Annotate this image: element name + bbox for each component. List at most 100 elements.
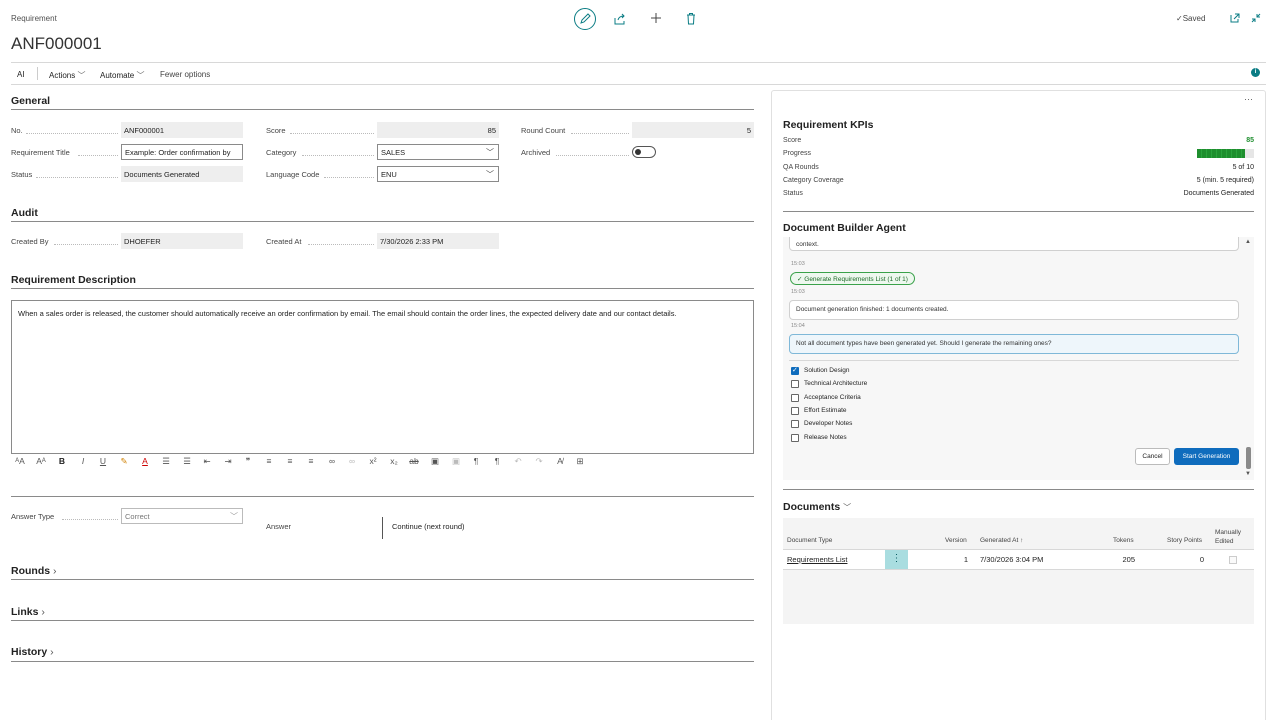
option-checkbox[interactable] [791, 366, 799, 375]
col-story-points[interactable]: Story Points [1167, 537, 1202, 544]
answer-type-label: Answer Type [11, 512, 55, 521]
history-divider [11, 661, 754, 662]
archived-label: Archived [521, 148, 551, 157]
answer-type-value: Correct [125, 512, 150, 521]
kpi-progress-label: Progress [783, 150, 812, 157]
highlight-icon[interactable]: ✎ [117, 456, 131, 467]
numbered-list-icon[interactable]: ☰ [180, 456, 194, 467]
align-left-icon[interactable]: ≡ [262, 456, 276, 466]
chevron-down-icon: ﹀ [136, 71, 145, 80]
answer-type-select[interactable]: Correct ﹀ [121, 508, 243, 524]
edit-button[interactable] [574, 8, 596, 30]
superscript-icon[interactable]: x² [366, 456, 380, 466]
option-checkbox[interactable] [791, 406, 799, 415]
option-checkbox[interactable] [791, 420, 799, 429]
quote-icon[interactable]: ❞ [241, 456, 255, 467]
share-button[interactable] [613, 12, 627, 28]
more-options-icon[interactable]: ··· [1244, 94, 1253, 104]
rtl-icon[interactable]: ¶ [490, 456, 504, 466]
language-code-select[interactable]: ENU ﹀ [377, 166, 499, 182]
menu-fewer-options[interactable]: Fewer options [160, 70, 210, 79]
option-checkbox[interactable] [791, 380, 799, 389]
option-checkbox[interactable] [791, 433, 799, 442]
font-color-icon[interactable]: A [138, 456, 152, 466]
category-label: Category [266, 148, 297, 157]
check-icon: ✓ [1176, 14, 1183, 23]
history-section[interactable]: History › [11, 646, 54, 658]
italic-icon[interactable]: I [76, 456, 90, 466]
agent-chat-panel[interactable]: context. 15:03 ✓ Generate Requirements L… [783, 237, 1254, 480]
archived-toggle[interactable] [632, 146, 656, 158]
undo-icon[interactable]: ↶ [511, 456, 525, 467]
cancel-button[interactable]: Cancel [1135, 448, 1170, 465]
chevron-down-icon: ﹀ [486, 170, 494, 179]
kpi-coverage-value: 5 (min. 5 required) [1196, 177, 1254, 184]
redo-icon[interactable]: ↷ [532, 456, 546, 467]
collapse-button[interactable] [1250, 12, 1262, 26]
menu-ai[interactable]: AI [17, 70, 25, 79]
option-label[interactable]: Release Notes [804, 434, 847, 441]
row-menu-icon[interactable]: ⋮ [885, 550, 908, 569]
clear-format-icon[interactable]: A̸ [553, 456, 567, 466]
indent-icon[interactable]: ⇥ [221, 456, 235, 467]
option-checkbox[interactable] [791, 393, 799, 402]
link-icon[interactable]: ∞ [325, 456, 339, 466]
start-generation-button[interactable]: Start Generation [1174, 448, 1239, 465]
option-label[interactable]: Technical Architecture [804, 380, 867, 387]
open-window-icon [1230, 13, 1240, 23]
requirement-title-input[interactable]: Example: Order confirmation by [121, 144, 243, 160]
col-manually-edited[interactable]: Manually Edited [1215, 528, 1241, 546]
image-icon[interactable]: ▣ [428, 456, 442, 467]
document-type-link[interactable]: Requirements List [787, 555, 847, 564]
option-label[interactable]: Solution Design [804, 367, 850, 374]
col-document-type[interactable]: Document Type [787, 537, 832, 544]
unlink-icon[interactable]: ∞ [345, 456, 359, 466]
score-field: 85 [377, 122, 499, 138]
rounds-divider [11, 579, 754, 580]
bold-icon[interactable]: B [55, 456, 69, 466]
align-center-icon[interactable]: ≡ [283, 456, 297, 466]
align-right-icon[interactable]: ≡ [304, 456, 318, 466]
strikethrough-icon[interactable]: ab [407, 456, 421, 466]
delete-button[interactable] [685, 12, 697, 27]
info-icon[interactable]: i [1251, 68, 1260, 77]
links-divider [11, 620, 754, 621]
answer-value[interactable]: Continue (next round) [392, 522, 465, 531]
option-label[interactable]: Developer Notes [804, 420, 852, 427]
chevron-right-icon: › [53, 565, 57, 577]
sort-arrow-icon: ↑ [1020, 537, 1024, 544]
agent-divider [783, 489, 1254, 490]
kpi-coverage-label: Category Coverage [783, 177, 844, 184]
menu-actions[interactable]: Actions ﹀ [49, 70, 85, 81]
category-select[interactable]: SALES ﹀ [377, 144, 499, 160]
chevron-down-icon: ﹀ [77, 71, 86, 80]
outdent-icon[interactable]: ⇤ [200, 456, 214, 467]
chevron-right-icon: › [41, 606, 45, 618]
chat-scrollbar-thumb[interactable] [1246, 447, 1251, 469]
kpi-progress-bar [1197, 149, 1254, 158]
ltr-icon[interactable]: ¶ [469, 456, 483, 466]
option-label[interactable]: Acceptance Criteria [804, 394, 861, 401]
col-tokens[interactable]: Tokens [1113, 537, 1134, 544]
manually-edited-checkbox[interactable] [1229, 556, 1237, 564]
font-size-icon[interactable]: ᴬA [13, 456, 27, 466]
open-new-window-button[interactable] [1229, 12, 1241, 26]
col-version[interactable]: Version [945, 537, 967, 544]
image-edit-icon[interactable]: ▣ [449, 456, 463, 467]
option-label[interactable]: Effort Estimate [804, 407, 847, 414]
underline-icon[interactable]: U [96, 456, 110, 466]
col-generated-at[interactable]: Generated At ↑ [980, 537, 1023, 544]
menu-automate[interactable]: Automate ﹀ [100, 70, 144, 81]
table-icon[interactable]: ⊞ [573, 456, 587, 467]
new-button[interactable] [649, 11, 663, 27]
links-section[interactable]: Links › [11, 606, 45, 618]
scroll-up-icon[interactable]: ▲ [1245, 239, 1251, 245]
description-editor[interactable]: When a sales order is released, the cust… [11, 300, 754, 454]
kpis-heading: Requirement KPIs [783, 119, 874, 131]
scroll-down-icon[interactable]: ▼ [1245, 471, 1251, 477]
bullet-list-icon[interactable]: ☰ [159, 456, 173, 467]
font-grow-icon[interactable]: Aᴬ [34, 456, 48, 466]
rounds-section[interactable]: Rounds › [11, 565, 57, 577]
subscript-icon[interactable]: x₂ [387, 456, 401, 466]
documents-section[interactable]: Documents ﹀ [783, 501, 851, 513]
